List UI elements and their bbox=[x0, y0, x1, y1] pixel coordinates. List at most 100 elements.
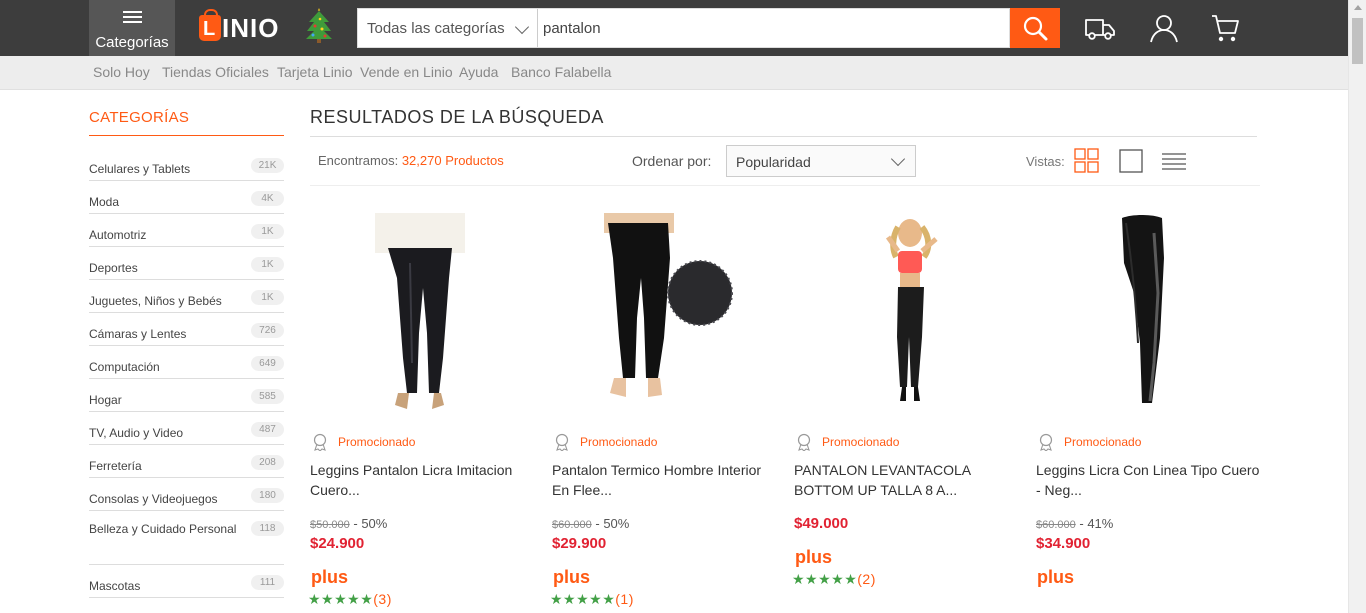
nav-link-ayuda[interactable]: Ayuda bbox=[459, 64, 498, 80]
plus-badge: plus bbox=[553, 567, 591, 587]
cart-icon[interactable] bbox=[1208, 12, 1242, 44]
star-icons: ★★★★★ bbox=[308, 591, 374, 607]
product-title[interactable]: PANTALON LEVANTACOLA BOTTOM UP TALLA 8 A… bbox=[794, 460, 1019, 500]
discount: - 50% bbox=[591, 516, 630, 531]
results-count-label: Encontramos: bbox=[318, 153, 399, 168]
product-card[interactable]: Promocionado Pantalon Termico Hombre Int… bbox=[550, 205, 782, 613]
secondary-nav: Solo Hoy Tiendas Oficiales Tarjeta Linio… bbox=[0, 56, 1348, 90]
product-image-leather-stripe-leggings[interactable] bbox=[1036, 213, 1266, 413]
sort-label: Ordenar por: bbox=[632, 153, 712, 169]
user-icon[interactable] bbox=[1147, 12, 1181, 44]
menu-icon bbox=[123, 11, 142, 23]
medal-icon bbox=[555, 433, 569, 451]
product-image-butt-lift-pants[interactable] bbox=[794, 213, 1024, 413]
star-icons: ★★★★★ bbox=[792, 571, 858, 587]
product-price: $49.000 bbox=[794, 515, 849, 532]
truck-icon[interactable] bbox=[1083, 12, 1117, 44]
category-item[interactable]: Belleza y Cuidado Personal 118 bbox=[89, 511, 284, 565]
star-icons: ★★★★★ bbox=[550, 591, 616, 607]
page-scrollbar[interactable] bbox=[1348, 0, 1366, 613]
category-item[interactable]: Ferretería 208 bbox=[89, 445, 284, 478]
category-item[interactable]: Moda 4K bbox=[89, 181, 284, 214]
shopping-bag-logo-icon: L bbox=[199, 9, 221, 41]
search-input[interactable] bbox=[539, 9, 1009, 47]
product-title[interactable]: Leggins Pantalon Licra Imitacion Cuero..… bbox=[310, 460, 535, 500]
chevron-down-icon bbox=[890, 151, 906, 167]
scroll-up-arrow-icon[interactable] bbox=[1354, 5, 1362, 10]
product-title[interactable]: Pantalon Termico Hombre Interior En Flee… bbox=[552, 460, 777, 500]
category-item[interactable]: Cámaras y Lentes 726 bbox=[89, 313, 284, 346]
results-count-value: 32,270 Productos bbox=[401, 153, 504, 168]
list-view-icon[interactable] bbox=[1161, 148, 1187, 174]
product-image-leggings[interactable] bbox=[310, 213, 540, 413]
sort-select[interactable]: Popularidad bbox=[726, 145, 916, 177]
product-card[interactable]: Promocionado Leggins Licra Con Linea Tip… bbox=[1036, 205, 1266, 613]
category-item[interactable]: Deportes 1K bbox=[89, 247, 284, 280]
category-item[interactable]: Celulares y Tablets 21K bbox=[89, 148, 284, 181]
search-button[interactable] bbox=[1010, 8, 1060, 48]
discount: - 50% bbox=[349, 516, 388, 531]
category-count-badge: 585 bbox=[251, 389, 284, 404]
old-price-line: $60.000 - 50% bbox=[552, 516, 629, 531]
plus-badge: plus bbox=[1037, 567, 1075, 587]
results-toolbar: Encontramos: 32,270 Productos Ordenar po… bbox=[310, 138, 1260, 186]
product-price: $24.900 bbox=[310, 535, 365, 552]
category-label: Juguetes, Niños y Bebés bbox=[89, 294, 222, 308]
nav-link-banco-falabella[interactable]: Banco Falabella bbox=[511, 64, 611, 80]
category-count-badge: 649 bbox=[251, 356, 284, 371]
category-label: Consolas y Videojuegos bbox=[89, 492, 218, 506]
category-label: Mascotas bbox=[89, 579, 141, 593]
medal-icon bbox=[313, 433, 327, 451]
product-card[interactable]: Promocionado Leggins Pantalon Licra Imit… bbox=[308, 205, 540, 613]
category-item[interactable]: Consolas y Videojuegos 180 bbox=[89, 478, 284, 511]
category-count-badge: 1K bbox=[251, 290, 284, 305]
category-count-badge: 111 bbox=[251, 575, 284, 590]
review-count[interactable]: (3) bbox=[373, 591, 392, 607]
old-price: $50.000 bbox=[310, 519, 350, 531]
nav-link-solo-hoy[interactable]: Solo Hoy bbox=[93, 64, 150, 80]
search-category-select[interactable]: Todas las categorías bbox=[358, 9, 538, 47]
views-label: Vistas: bbox=[1026, 154, 1065, 169]
product-price: $34.900 bbox=[1036, 535, 1091, 552]
category-label: Hogar bbox=[89, 393, 122, 407]
category-label: Belleza y Cuidado Personal bbox=[89, 522, 237, 536]
category-count-badge: 208 bbox=[251, 455, 284, 470]
category-item[interactable]: Automotriz 1K bbox=[89, 214, 284, 247]
categories-menu-button[interactable]: Categorías bbox=[89, 0, 175, 56]
product-card[interactable]: Promocionado PANTALON LEVANTACOLA BOTTOM… bbox=[792, 205, 1024, 613]
scroll-thumb[interactable] bbox=[1352, 18, 1363, 64]
promoted-badge: Promocionado bbox=[554, 433, 657, 451]
christmas-tree-icon bbox=[306, 8, 332, 43]
review-count[interactable]: (1) bbox=[615, 591, 634, 607]
promoted-label: Promocionado bbox=[822, 435, 900, 449]
logo-letter: L bbox=[203, 18, 216, 40]
nav-link-tarjeta-linio[interactable]: Tarjeta Linio bbox=[277, 64, 353, 80]
category-item[interactable]: Juguetes, Niños y Bebés 1K bbox=[89, 280, 284, 313]
grid-view-icon[interactable] bbox=[1074, 148, 1100, 174]
category-count-badge: 1K bbox=[251, 257, 284, 272]
categories-menu-label: Categorías bbox=[95, 34, 169, 51]
old-price: $60.000 bbox=[552, 519, 592, 531]
search-category-value: Todas las categorías bbox=[367, 20, 505, 37]
nav-link-vende-en-linio[interactable]: Vende en Linio bbox=[360, 64, 453, 80]
product-title[interactable]: Leggins Licra Con Linea Tipo Cuero - Neg… bbox=[1036, 460, 1261, 500]
category-item[interactable]: Computación 649 bbox=[89, 346, 284, 379]
plus-badge: plus bbox=[311, 567, 349, 587]
linio-logo[interactable]: L INIO bbox=[199, 9, 280, 46]
category-label: Automotriz bbox=[89, 228, 147, 242]
category-count-badge: 21K bbox=[251, 158, 284, 173]
rating-stars: ★★★★★(3) bbox=[308, 591, 392, 608]
results-count: Encontramos: 32,270 Productos bbox=[318, 153, 504, 168]
category-item[interactable]: TV, Audio y Video 487 bbox=[89, 412, 284, 445]
category-item[interactable]: Hogar 585 bbox=[89, 379, 284, 412]
single-view-icon[interactable] bbox=[1118, 148, 1144, 174]
nav-link-tiendas-oficiales[interactable]: Tiendas Oficiales bbox=[162, 64, 269, 80]
plus-badge: plus bbox=[795, 547, 833, 567]
discount: - 41% bbox=[1075, 516, 1114, 531]
category-item[interactable]: Mascotas 111 bbox=[89, 565, 284, 598]
old-price: $60.000 bbox=[1036, 519, 1076, 531]
logo-wordmark: INIO bbox=[222, 12, 280, 43]
product-image-thermal-pants[interactable] bbox=[552, 213, 782, 413]
review-count[interactable]: (2) bbox=[857, 571, 876, 587]
category-count-badge: 180 bbox=[251, 488, 284, 503]
